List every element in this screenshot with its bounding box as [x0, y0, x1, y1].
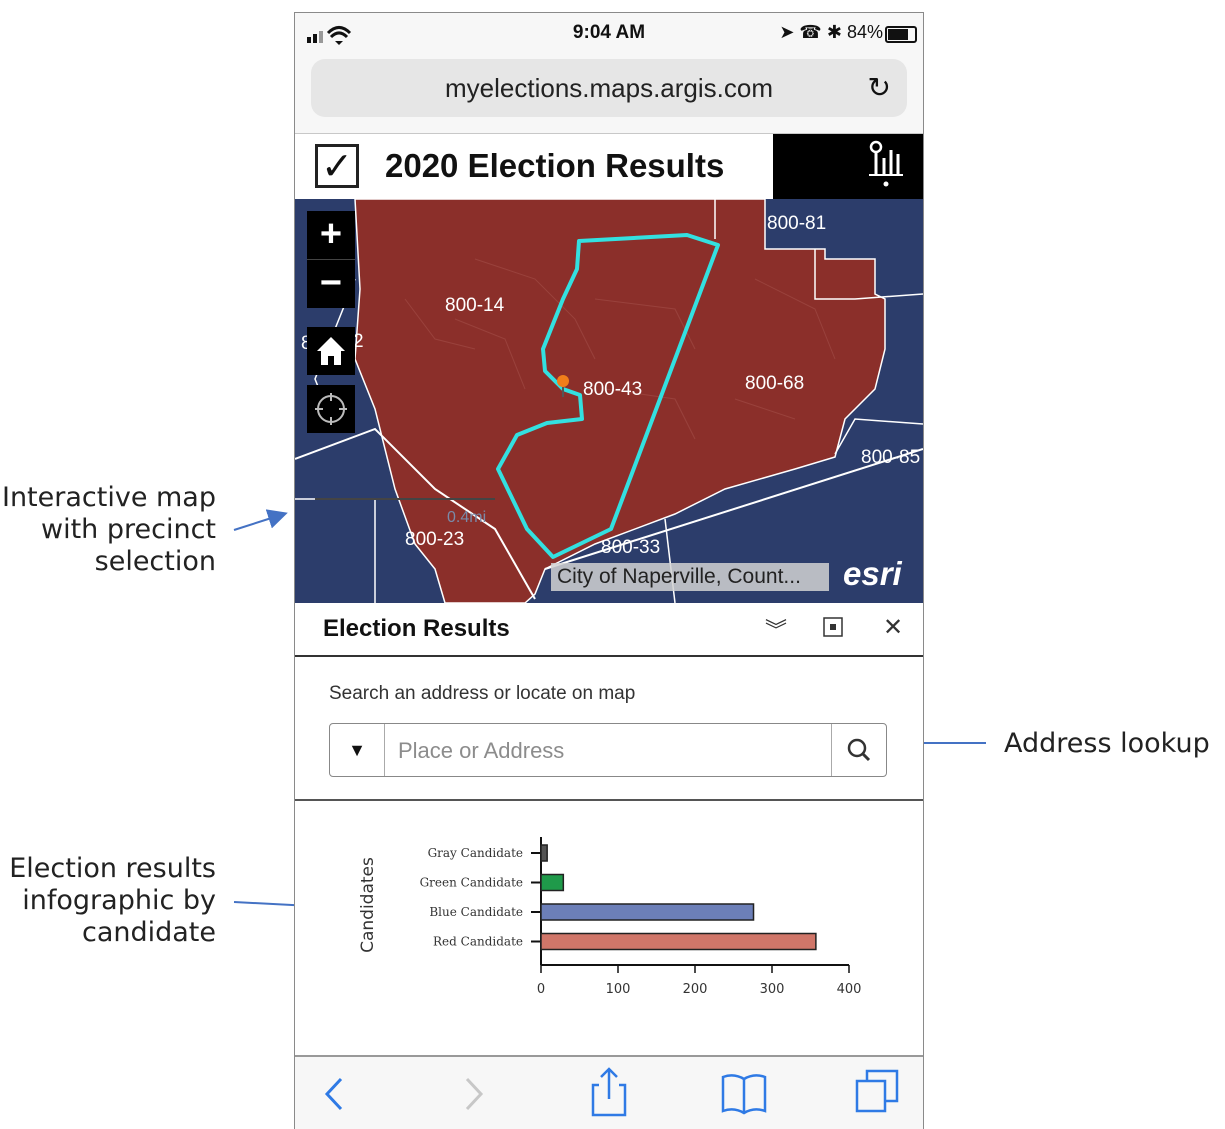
search-widget: ▼: [329, 723, 887, 777]
chart-category-label: Red Candidate: [433, 935, 523, 949]
status-bar: 9:04 AM ➤ ☎ ✱ 84%: [295, 13, 923, 55]
bluetooth-icon: ✱: [826, 22, 842, 42]
precinct-label: 800-33: [601, 537, 661, 558]
scale-label: 0.4mi: [447, 509, 487, 526]
check-icon: ✓: [315, 144, 359, 188]
locate-icon: [315, 393, 347, 425]
chart-bar: [540, 903, 755, 921]
precinct-label: 800-23: [405, 529, 465, 550]
annotation-address: Address lookup: [1004, 728, 1210, 760]
precinct-label: 800-81: [767, 213, 827, 234]
results-chart: Candidates Gray Candidate Green Candidate B…: [295, 801, 923, 1051]
collapse-icon[interactable]: ︾: [765, 613, 787, 645]
search-button[interactable]: [831, 724, 886, 776]
chart-x-tick-label: 100: [606, 982, 631, 997]
close-icon[interactable]: ✕: [883, 613, 903, 642]
search-label: Search an address or locate on map: [329, 683, 636, 704]
chart-y-axis-label: Candidates: [358, 857, 378, 953]
url-text[interactable]: myelections.maps.argis.com: [311, 73, 907, 104]
battery-fill: [888, 29, 908, 40]
phone-screen: 9:04 AM ➤ ☎ ✱ 84% myelections.maps.argis…: [294, 12, 924, 1129]
battery-percent: 84%: [846, 22, 883, 42]
annotation-line: infographic by: [22, 885, 216, 916]
home-icon: [317, 337, 345, 365]
home-button[interactable]: [307, 327, 355, 375]
esri-logo: esri: [843, 555, 902, 592]
map-view[interactable]: 800-81 800-14 8 2 800-43 800-68 800-85 8…: [295, 199, 923, 603]
bookmarks-icon[interactable]: [719, 1069, 769, 1119]
chart-category-label: Gray Candidate: [428, 846, 523, 860]
annotation-chart: Election results infographic by candidat…: [0, 853, 216, 949]
chart-x-tick-label: 0: [537, 982, 545, 997]
search-input[interactable]: [396, 734, 820, 768]
battery-icon: [885, 26, 917, 43]
location-pin-icon: [557, 375, 569, 387]
location-chart-icon: [869, 140, 903, 187]
zoom-out-button[interactable]: −: [307, 259, 355, 308]
maximize-icon[interactable]: [823, 613, 843, 644]
precinct-label: 800-43: [583, 379, 643, 400]
url-bar[interactable]: myelections.maps.argis.com ↻: [311, 59, 907, 117]
locate-button[interactable]: [307, 385, 355, 433]
chart-x-tick-label: 300: [760, 982, 785, 997]
search-source-dropdown[interactable]: ▼: [330, 724, 385, 776]
chart-bar: [540, 932, 817, 951]
browser-toolbar: [295, 1055, 923, 1129]
back-icon[interactable]: [315, 1069, 355, 1119]
search-icon: [847, 738, 871, 762]
map-attribution[interactable]: City of Naperville, Count...: [551, 563, 829, 591]
annotation-line: candidate: [81, 917, 216, 948]
status-indicators: ➤ ☎ ✱ 84%: [779, 22, 883, 43]
results-panel: Election Results ︾ ✕ Search an address o…: [295, 603, 923, 1055]
chart-category-label: Green Candidate: [420, 876, 523, 890]
location-arrow-icon: ➤: [779, 22, 795, 42]
app-title: 2020 Election Results: [385, 147, 725, 184]
chart-category-label: Blue Candidate: [429, 905, 523, 919]
precinct-label: 800-85: [861, 447, 921, 468]
chart-x-tick-label: 200: [683, 982, 708, 997]
annotation-line: with precinct: [40, 514, 216, 545]
chart-bar: [540, 844, 548, 862]
annotation-line: Interactive map: [1, 482, 216, 513]
alarm-icon: ☎: [799, 22, 822, 42]
panel-title: Election Results: [323, 615, 510, 642]
tabs-icon[interactable]: [853, 1067, 903, 1117]
infographic-button[interactable]: [773, 134, 923, 200]
panel-header: Election Results ︾ ✕: [295, 603, 923, 657]
share-icon[interactable]: [589, 1065, 629, 1119]
annotation-map: Interactive map with precinct selection: [0, 482, 216, 578]
annotation-line: Address lookup: [1004, 728, 1210, 759]
arrow-to-map: [233, 509, 288, 531]
app-header: ✓ 2020 Election Results: [295, 133, 923, 200]
precinct-label: 800-14: [445, 295, 505, 316]
forward-icon[interactable]: [455, 1069, 495, 1119]
annotation-line: Election results: [9, 853, 216, 884]
chart-bar: [540, 873, 565, 892]
annotation-line: selection: [94, 546, 216, 577]
precinct-label: 800-68: [745, 373, 805, 394]
reload-icon[interactable]: ↻: [868, 71, 891, 104]
chart-x-tick-label: 400: [837, 982, 862, 997]
bar-chart: Candidates Gray Candidate Green Candidate B…: [358, 837, 862, 997]
zoom-in-button[interactable]: +: [307, 211, 355, 259]
